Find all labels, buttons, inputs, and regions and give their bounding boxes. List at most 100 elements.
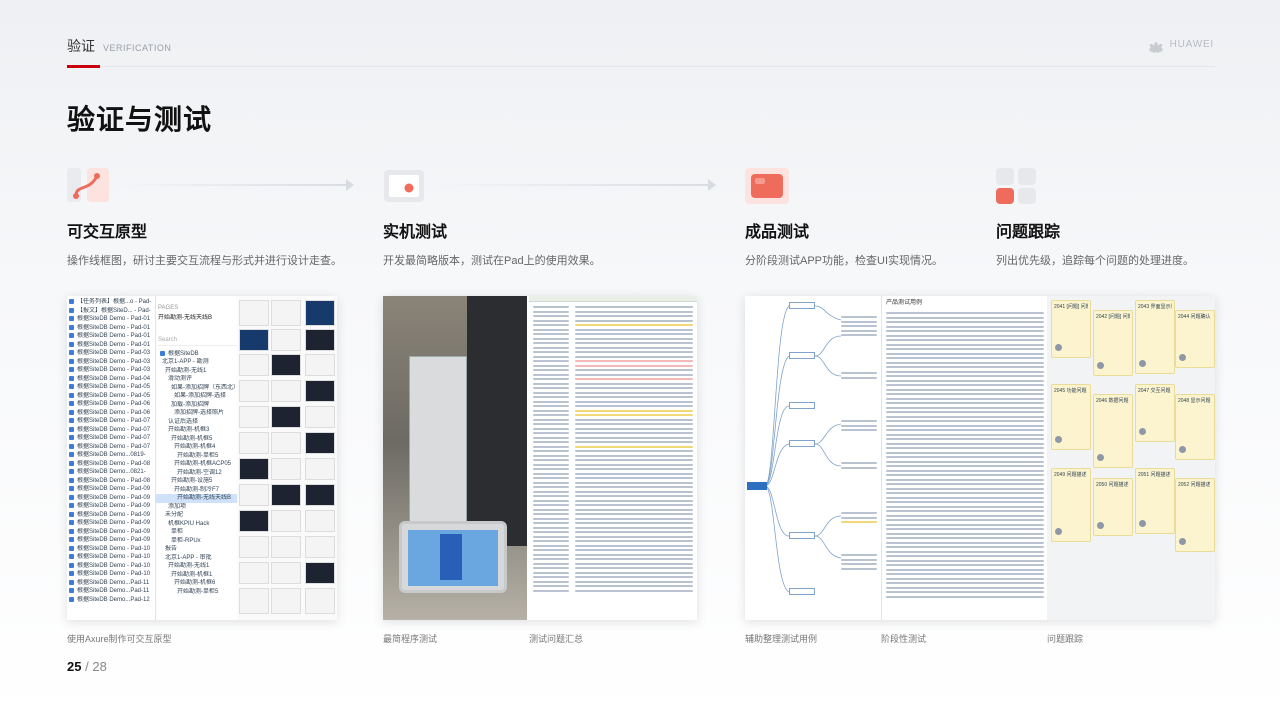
tree-node[interactable]: 开始勘测-单柜5 xyxy=(156,452,237,461)
tree-item[interactable]: 根据SiteDB Demo - Pad-09 xyxy=(69,528,155,537)
tree-item[interactable]: 根据SiteDB Demo - Pad-10 xyxy=(69,562,155,571)
tree-item[interactable]: 根据SiteDB Demo...0821- xyxy=(69,468,155,477)
thumbnail xyxy=(271,354,301,376)
tree-node[interactable]: 添加项 xyxy=(156,503,237,512)
tree-item[interactable]: 根据SiteDB Demo - Pad-01 xyxy=(69,324,155,333)
page-title: 验证与测试 xyxy=(67,104,213,135)
issue-card[interactable]: 2043 界面显示问题 xyxy=(1135,300,1175,374)
issue-card[interactable]: 2045 功能问题 xyxy=(1051,384,1091,450)
tree-node[interactable]: 添加招牌-选择照片 xyxy=(156,409,237,418)
tree-item-label: 根据SiteDB Demo - Pad-03 xyxy=(77,350,151,356)
tree-item[interactable]: 根据SiteDB Demo - Pad-08 xyxy=(69,477,155,486)
tree-item[interactable]: 根据SiteDB Demo - Pad-04 xyxy=(69,375,155,384)
tree-node[interactable]: 单柜 xyxy=(156,528,237,537)
tree-node[interactable]: 如果-添加招牌（东西北） xyxy=(156,384,237,393)
tree-item[interactable]: 根据SiteDB Demo - Pad-03 xyxy=(69,349,155,358)
tree-item[interactable]: 根据SiteDB Demo - Pad-05 xyxy=(69,392,155,401)
tree-item[interactable]: 根据SiteDB Demo - Pad-10 xyxy=(69,545,155,554)
tree-node[interactable]: 开始勘测-机框3 xyxy=(156,426,237,435)
tree-node[interactable]: 开始勘测-机框5 xyxy=(156,435,237,444)
step-name: 实机测试 xyxy=(383,224,448,241)
issue-card[interactable]: 2044 问题确认 xyxy=(1175,310,1215,368)
issue-card-title: 2044 问题确认 xyxy=(1178,314,1211,320)
page-tree: 【任务列表】根据...o - Pad- 【报文】根据SiteD... - Pad-… xyxy=(69,298,155,604)
tree-item-label: 根据SiteDB Demo - Pad-07 xyxy=(77,418,151,424)
tree-item[interactable]: 根据SiteDB Demo - Pad-06 xyxy=(69,409,155,418)
tree-item[interactable]: 根据SiteDB Demo - Pad-09 xyxy=(69,511,155,520)
tree-node[interactable]: 开始勘测-机框4 xyxy=(156,443,237,452)
tree-node[interactable]: 北京1-APP - 审批 xyxy=(156,554,237,563)
tree-item[interactable]: 根据SiteDB Demo...0819- xyxy=(69,451,155,460)
tree-item[interactable]: 【报文】根据SiteD... - Pad- xyxy=(69,307,155,316)
issue-card[interactable]: 2051 问题描述 xyxy=(1135,468,1175,534)
tree-item[interactable]: 【任务列表】根据...o - Pad- xyxy=(69,298,155,307)
tree-node[interactable]: 开始勘测-无线1 xyxy=(156,367,237,376)
tree-node[interactable]: 未分配 xyxy=(156,511,237,520)
tree-node[interactable]: 加载-添加招牌 xyxy=(156,401,237,410)
tree-item[interactable]: 根据SiteDB Demo - Pad-09 xyxy=(69,536,155,545)
issue-card[interactable]: 2049 问题描述 xyxy=(1051,468,1091,542)
mind-map-leaves xyxy=(841,420,877,434)
mind-map-node xyxy=(789,588,815,595)
tree-node-label: 开始勘测-制冷F7 xyxy=(174,486,220,493)
tree-node[interactable]: 机框KPIU Hack xyxy=(156,520,237,529)
avatar xyxy=(1139,520,1146,527)
tree-item[interactable]: 根据SiteDB Demo - Pad-01 xyxy=(69,332,155,341)
search-input[interactable]: Search xyxy=(158,336,237,346)
tree-item[interactable]: 根据SiteDB Demo...Pad-12 xyxy=(69,596,155,605)
tree-item[interactable]: 根据SiteDB Demo - Pad-03 xyxy=(69,366,155,375)
avatar xyxy=(1097,362,1104,369)
tree-item[interactable]: 根据SiteDB Demo - Pad-10 xyxy=(69,553,155,562)
tree-item[interactable]: 根据SiteDB Demo - Pad-10 xyxy=(69,570,155,579)
tree-node[interactable]: 开始勘测-设施5 xyxy=(156,477,237,486)
tree-item[interactable]: 根据SiteDB Demo - Pad-03 xyxy=(69,358,155,367)
issue-card[interactable]: 2052 问题描述 xyxy=(1175,478,1215,552)
tree-item[interactable]: 根据SiteDB Demo - Pad-06 xyxy=(69,400,155,409)
mind-map-leaves xyxy=(841,512,877,526)
caption: 最简程序测试 xyxy=(383,634,438,644)
thumbnail xyxy=(239,380,269,402)
tree-item-label: 根据SiteDB Demo - Pad-10 xyxy=(77,545,151,552)
tree-node[interactable]: 开始勘测-单柜5 xyxy=(156,588,237,597)
tree-node[interactable]: 开始勘测-机框1 xyxy=(156,571,237,580)
tree-item-label: 根据SiteDB Demo...Pad-11 xyxy=(77,588,150,594)
tree-item[interactable]: 根据SiteDB Demo - Pad-07 xyxy=(69,417,155,426)
tree-node[interactable]: 如果-添加招牌-选择 xyxy=(156,392,237,401)
tree-item[interactable]: 根据SiteDB Demo - Pad-05 xyxy=(69,383,155,392)
tree-item[interactable]: 根据SiteDB Demo - Pad-01 xyxy=(69,315,155,324)
tree-item[interactable]: 根据SiteDB Demo - Pad-08 xyxy=(69,460,155,469)
tree-item[interactable]: 根据SiteDB Demo...Pad-11 xyxy=(69,587,155,596)
tree-node-label: 滑动测评 xyxy=(168,376,193,382)
page-icon xyxy=(69,537,74,542)
tree-node[interactable]: 开始勘测-制冷F7 xyxy=(156,486,237,495)
tree-item[interactable]: 根据SiteDB Demo - Pad-09 xyxy=(69,519,155,528)
tree-item[interactable]: 根据SiteDB Demo - Pad-09 xyxy=(69,502,155,511)
tree-node[interactable]: 开始勘测-无线1 xyxy=(156,562,237,571)
tree-item[interactable]: 根据SiteDB Demo - Pad-07 xyxy=(69,443,155,452)
tree-item[interactable]: 根据SiteDB Demo - Pad-07 xyxy=(69,426,155,435)
issue-card[interactable]: 2050 问题描述 xyxy=(1093,478,1133,536)
issue-card[interactable]: 2041 [问题] 问题描述 xyxy=(1051,300,1091,358)
tree-node-label: 开始勘测-机框3 xyxy=(168,427,210,433)
page-icon xyxy=(69,341,74,347)
tree-item[interactable]: 根据SiteDB Demo - Pad-01 xyxy=(69,341,155,350)
tree-node[interactable]: 北京1-APP - 勘测 xyxy=(156,358,237,367)
issue-card[interactable]: 2046 数据问题 xyxy=(1093,394,1133,468)
tree-item[interactable]: 根据SiteDB Demo - Pad-07 xyxy=(69,434,155,443)
tree-node[interactable]: 滑动测评 xyxy=(156,375,237,384)
tree-node[interactable]: 开始勘测-空调12 xyxy=(156,469,237,478)
tree-node[interactable]: 报告 xyxy=(156,545,237,554)
tree-item[interactable]: 根据SiteDB Demo...Pad-11 xyxy=(69,579,155,588)
tree-node[interactable]: 单柜-RPUx xyxy=(156,537,237,546)
issue-card[interactable]: 2042 [问题] 问题描述 xyxy=(1093,310,1133,376)
issue-card[interactable]: 2047 交互问题 xyxy=(1135,384,1175,442)
tree-node[interactable]: 认证后选择 xyxy=(156,418,237,427)
issue-card[interactable]: 2048 显示问题 xyxy=(1175,394,1215,460)
tree-item[interactable]: 根据SiteDB Demo - Pad-09 xyxy=(69,485,155,494)
tree-node[interactable]: 开始勘测-无线天线B xyxy=(156,494,237,503)
step-name: 成品测试 xyxy=(745,224,810,241)
tree-node[interactable]: 开始勘测-机框ACP05 xyxy=(156,460,237,469)
issue-card-title: 2051 问题描述 xyxy=(1138,472,1171,478)
tree-item[interactable]: 根据SiteDB Demo - Pad-09 xyxy=(69,494,155,503)
tree-node[interactable]: 开始勘测-机框6 xyxy=(156,579,237,588)
